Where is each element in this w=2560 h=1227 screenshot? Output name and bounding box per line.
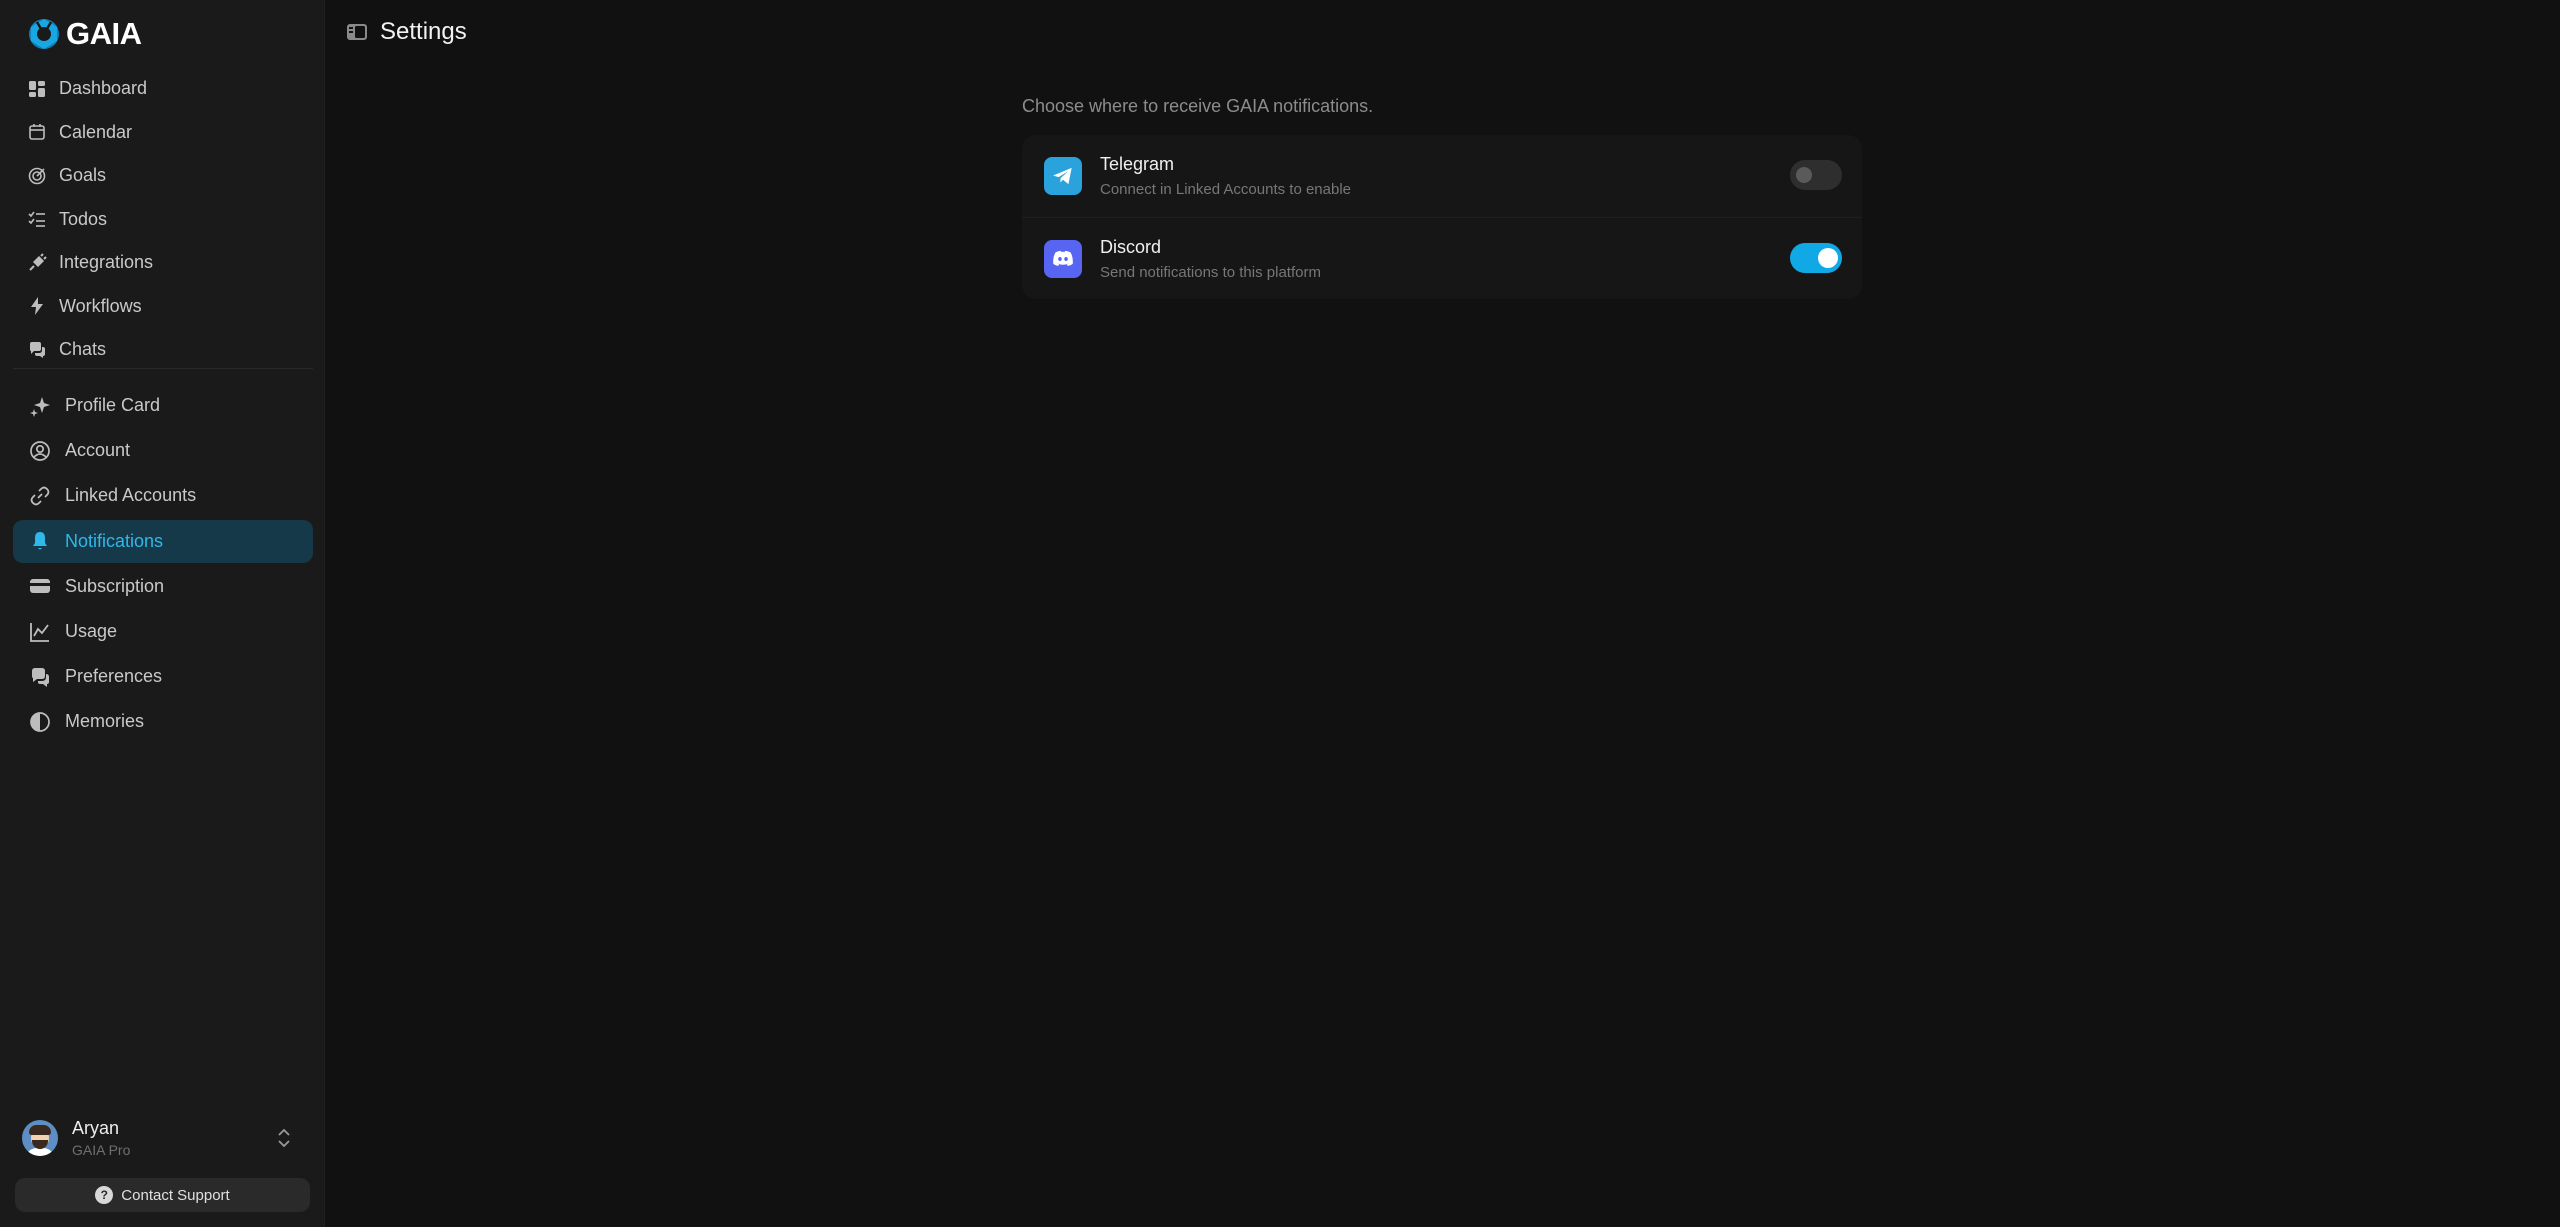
bell-icon <box>33 532 47 550</box>
sidebar-item-label: Todos <box>59 208 108 229</box>
sidebar-divider <box>13 368 313 369</box>
brand-name: GAIA <box>66 16 142 51</box>
sidebar-item-profile-card[interactable]: Profile Card <box>13 384 313 427</box>
dashboard-icon <box>29 80 45 97</box>
sidebar-item-label: Dashboard <box>59 78 148 99</box>
sidebar-item-linked-accounts[interactable]: Linked Accounts <box>13 474 313 517</box>
user-name: Aryan <box>72 1118 120 1138</box>
platform-row-telegram: Telegram Connect in Linked Accounts to e… <box>1022 135 1862 217</box>
contact-support-button[interactable]: ? Contact Support <box>15 1178 310 1212</box>
sidebar-item-workflows[interactable]: Workflows <box>13 286 313 328</box>
sidebar-item-goals[interactable]: Goals <box>13 155 313 197</box>
sidebar-item-label: Linked Accounts <box>65 485 197 506</box>
gaia-logo-icon <box>29 19 59 49</box>
platform-name: Discord <box>1100 236 1162 257</box>
sidebar-item-label: Workflows <box>59 295 142 316</box>
platform-row-discord: Discord Send notifications to this platf… <box>1022 217 1862 299</box>
platform-description: Send notifications to this platform <box>1100 263 1321 281</box>
notification-platforms-card: Telegram Connect in Linked Accounts to e… <box>1022 135 1862 299</box>
sidebar-item-chats[interactable]: Chats <box>13 329 313 371</box>
sidebar-item-label: Integrations <box>59 252 154 273</box>
discord-toggle[interactable] <box>1790 243 1842 273</box>
sidebar-item-subscription[interactable]: Subscription <box>13 565 313 608</box>
target-icon <box>28 167 46 185</box>
credit-card-icon <box>30 579 50 594</box>
sidebar-item-dashboard[interactable]: Dashboard <box>13 68 313 110</box>
sidebar-item-label: Profile Card <box>65 395 161 416</box>
sidebar-item-todos[interactable]: Todos <box>13 199 313 241</box>
sidebar-item-label: Calendar <box>59 121 133 142</box>
chat-bubbles-icon <box>32 667 49 687</box>
help-icon: ? <box>95 1186 114 1204</box>
sidebar-item-label: Memories <box>65 711 145 732</box>
telegram-toggle[interactable] <box>1790 160 1842 190</box>
sidebar: GAIA Dashboard Calendar Goals Todos Inte… <box>0 0 325 1227</box>
sidebar-toggle-icon[interactable] <box>346 21 368 43</box>
sidebar-item-label: Chats <box>59 339 107 360</box>
discord-icon <box>1044 239 1082 278</box>
main-nav: Dashboard Calendar Goals Todos Integrati… <box>13 68 313 373</box>
checklist-icon <box>28 211 45 228</box>
sidebar-item-label: Account <box>65 440 131 461</box>
user-plan: GAIA Pro <box>72 1142 131 1158</box>
settings-nav: Profile Card Account Linked Accounts Not… <box>13 384 313 746</box>
sidebar-item-label: Subscription <box>65 575 165 596</box>
sidebar-item-memories[interactable]: Memories <box>13 700 313 743</box>
notifications-intro: Choose where to receive GAIA notificatio… <box>1022 96 1374 116</box>
avatar <box>22 1120 58 1156</box>
plug-icon <box>29 253 47 271</box>
sidebar-item-label: Usage <box>65 621 118 642</box>
telegram-icon <box>1044 157 1082 195</box>
page-header: Settings <box>346 18 467 46</box>
contact-support-label: Contact Support <box>121 1186 230 1204</box>
calendar-icon <box>29 124 45 141</box>
brain-icon <box>30 712 50 732</box>
lightning-icon <box>31 297 43 316</box>
chevron-up-down-icon[interactable] <box>274 1126 294 1150</box>
platform-name: Telegram <box>1100 154 1175 174</box>
sidebar-item-usage[interactable]: Usage <box>13 610 313 653</box>
chat-bubbles-icon <box>30 341 45 358</box>
sidebar-item-account[interactable]: Account <box>13 429 313 472</box>
sidebar-item-calendar[interactable]: Calendar <box>13 112 313 154</box>
user-menu[interactable]: Aryan GAIA Pro <box>22 1114 302 1162</box>
user-circle-icon <box>30 440 50 461</box>
sidebar-item-notifications[interactable]: Notifications <box>13 519 313 563</box>
sparkles-icon <box>30 396 50 417</box>
sidebar-item-preferences[interactable]: Preferences <box>13 655 313 698</box>
link-icon <box>30 486 50 506</box>
platform-description: Connect in Linked Accounts to enable <box>1100 181 1352 198</box>
line-chart-icon <box>30 622 49 642</box>
brand-logo[interactable]: GAIA <box>26 16 142 52</box>
sidebar-item-label: Goals <box>59 165 107 186</box>
sidebar-item-label: Preferences <box>65 666 163 687</box>
page-title: Settings <box>380 18 467 45</box>
sidebar-item-integrations[interactable]: Integrations <box>13 242 313 284</box>
sidebar-item-label: Notifications <box>65 530 164 551</box>
